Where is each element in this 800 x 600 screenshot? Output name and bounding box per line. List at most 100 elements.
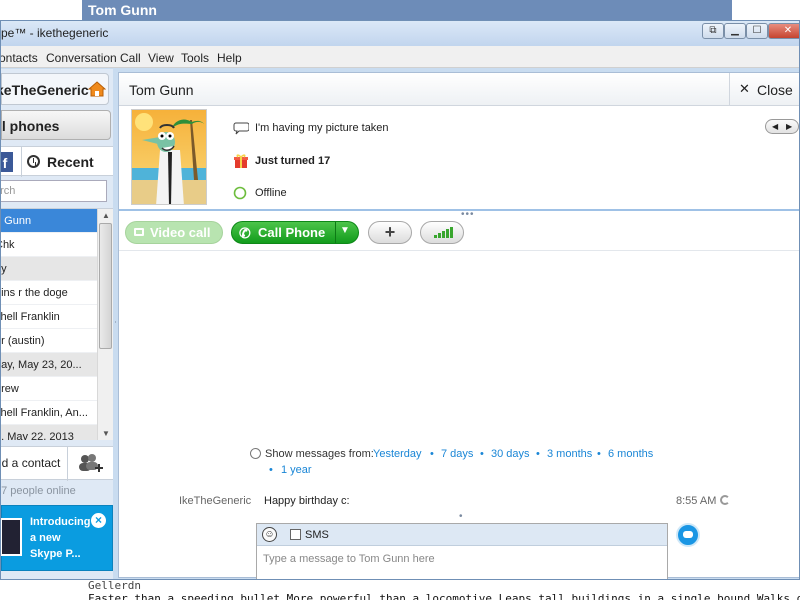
profile-nav-arrows[interactable]: ◀ ▶ [765, 119, 799, 134]
avatar-image [132, 110, 206, 204]
list-item[interactable]: er (austin) [1, 329, 97, 353]
background-heading: Gellerdn [88, 579, 141, 592]
skype-window: ype™ - ikethegeneric ⧉ ▁ ☐ ✕ ontacts Con… [0, 20, 800, 580]
close-icon: ✕ [739, 81, 750, 96]
conversation-header: Tom Gunn ✕ Close [119, 73, 799, 106]
chevron-left-icon[interactable]: ◀ [772, 122, 778, 131]
background-header-name: Tom Gunn [88, 2, 157, 18]
menu-conversation[interactable]: Conversation [46, 51, 117, 65]
scroll-up-icon[interactable]: ▲ [101, 211, 111, 220]
sms-checkbox[interactable] [290, 529, 301, 540]
close-icon[interactable]: × [91, 513, 106, 528]
message-input[interactable]: Type a message to Tom Gunn here [263, 553, 435, 565]
birthday-text: Just turned 17 [255, 155, 331, 167]
history-1year-link[interactable]: 1 year [281, 462, 312, 478]
speech-bubble-icon [233, 122, 249, 135]
menu-help[interactable]: Help [217, 51, 242, 65]
history-yesterday-link[interactable]: Yesterday [373, 446, 422, 462]
list-item[interactable]: chell Franklin [1, 305, 97, 329]
call-phones-button[interactable]: ll phones [1, 110, 111, 140]
history-lead: Show messages from: [265, 448, 374, 460]
message-sender: IkeTheGeneric [179, 495, 252, 507]
call-phone-label: Call Phone [258, 225, 326, 240]
background-page-header: Tom Gunn [82, 0, 732, 20]
offline-status-icon [233, 186, 247, 200]
history-7days-link[interactable]: 7 days [441, 446, 473, 462]
add-to-conversation-button[interactable]: + [368, 221, 412, 244]
conversation-contact-name: Tom Gunn [129, 82, 194, 98]
history-30days-link[interactable]: 30 days [491, 446, 530, 462]
history-6months-link[interactable]: 6 months [608, 446, 653, 462]
profile-button[interactable]: keTheGeneric [1, 73, 109, 105]
menu-view[interactable]: View [148, 51, 174, 65]
video-call-label: Video call [150, 225, 211, 240]
add-group-icon [79, 454, 103, 472]
video-call-button[interactable]: Video call [125, 221, 223, 244]
search-input[interactable]: arch [0, 180, 107, 202]
message-time: 8:55 AM [676, 495, 717, 507]
chevron-right-icon[interactable]: ▶ [786, 122, 792, 131]
close-window-button[interactable]: ✕ [768, 23, 799, 39]
list-group-header: ... May 22, 2013 [1, 425, 97, 440]
phone-icon: ✆ [239, 225, 251, 241]
tab-recent-label: Recent [47, 154, 94, 170]
add-contact-label: dd a contact [0, 456, 61, 470]
promo-text: Introducing a new Skype P... [30, 516, 91, 560]
list-item[interactable]: Chk [1, 233, 97, 257]
mood-text: I'm having my picture taken [255, 122, 389, 134]
menu-tools[interactable]: Tools [181, 51, 209, 65]
background-paragraph: Faster than a speeding bullet.More power… [88, 592, 800, 600]
list-group-header: day, May 23, 20... [1, 353, 97, 377]
avatar[interactable] [131, 109, 207, 205]
menu-bar: ontacts Conversation Call View Tools Hel… [1, 46, 799, 68]
contact-profile-panel: I'm having my picture taken Just turned … [119, 107, 799, 211]
message-text: Happy birthday c: [264, 495, 350, 507]
contact-list: n Gunn n Gunn Chk ay nins r the doge che… [1, 208, 113, 440]
add-contact-button[interactable]: dd a contact [0, 446, 113, 481]
composer-splitter[interactable]: • [459, 511, 464, 522]
send-message-button[interactable] [676, 523, 700, 547]
call-phone-button[interactable]: ✆ Call Phone ▼ [231, 221, 359, 244]
minimize-button[interactable]: ▁ [724, 23, 746, 39]
close-conversation-button[interactable]: ✕ Close [729, 73, 799, 106]
maximize-button[interactable]: ☐ [746, 23, 768, 39]
video-camera-icon [134, 228, 144, 236]
gift-icon [234, 154, 248, 168]
scrollbar-thumb[interactable] [99, 223, 112, 349]
clock-icon [27, 155, 40, 168]
list-item[interactable]: chell Franklin, An... [1, 401, 97, 425]
sms-label: SMS [305, 529, 329, 541]
search-placeholder: arch [0, 185, 16, 197]
people-online-count: 87 people online [0, 485, 76, 497]
facebook-icon[interactable]: f [1, 152, 13, 172]
menu-call[interactable]: Call [120, 51, 141, 65]
menu-contacts[interactable]: ontacts [1, 51, 38, 65]
chevron-down-icon[interactable]: ▼ [340, 225, 350, 236]
window-title: ype™ - ikethegeneric [0, 26, 109, 40]
profile-name: keTheGeneric [0, 82, 89, 98]
title-bar[interactable]: ype™ - ikethegeneric ⧉ ▁ ☐ ✕ [0, 21, 799, 46]
list-item[interactable]: nins r the doge [1, 281, 97, 305]
sending-spinner-icon [720, 495, 730, 505]
scroll-down-icon[interactable]: ▼ [101, 429, 111, 438]
status-text: Offline [255, 187, 287, 199]
restore-button[interactable]: ⧉ [702, 23, 724, 39]
contact-tabs: f Recent [1, 146, 113, 177]
list-group-header: ay [1, 257, 97, 281]
tab-recent[interactable]: Recent [21, 147, 113, 177]
promo-banner[interactable]: Introducing a new Skype P... × [1, 505, 113, 571]
contact-item-selected[interactable]: n Gunn [1, 209, 97, 233]
home-icon[interactable] [88, 81, 106, 97]
message-composer: ☺ SMS Type a message to Tom Gunn here [256, 523, 668, 579]
clock-icon [250, 448, 261, 459]
list-item[interactable]: drew [1, 377, 97, 401]
history-3months-link[interactable]: 3 months [547, 446, 592, 462]
emoticon-icon[interactable]: ☺ [262, 527, 277, 542]
sidebar: keTheGeneric ll phones f Recent arch n G… [1, 69, 113, 579]
contact-list-scrollbar[interactable]: ▲ ▼ [97, 209, 113, 440]
promo-image [1, 518, 22, 556]
call-quality-button[interactable] [420, 221, 464, 244]
create-group-button[interactable] [67, 447, 113, 481]
conversation-pane: Tom Gunn ✕ Close I'm having my picture t… [118, 72, 799, 579]
call-toolbar: Video call ✆ Call Phone ▼ + [119, 215, 799, 251]
